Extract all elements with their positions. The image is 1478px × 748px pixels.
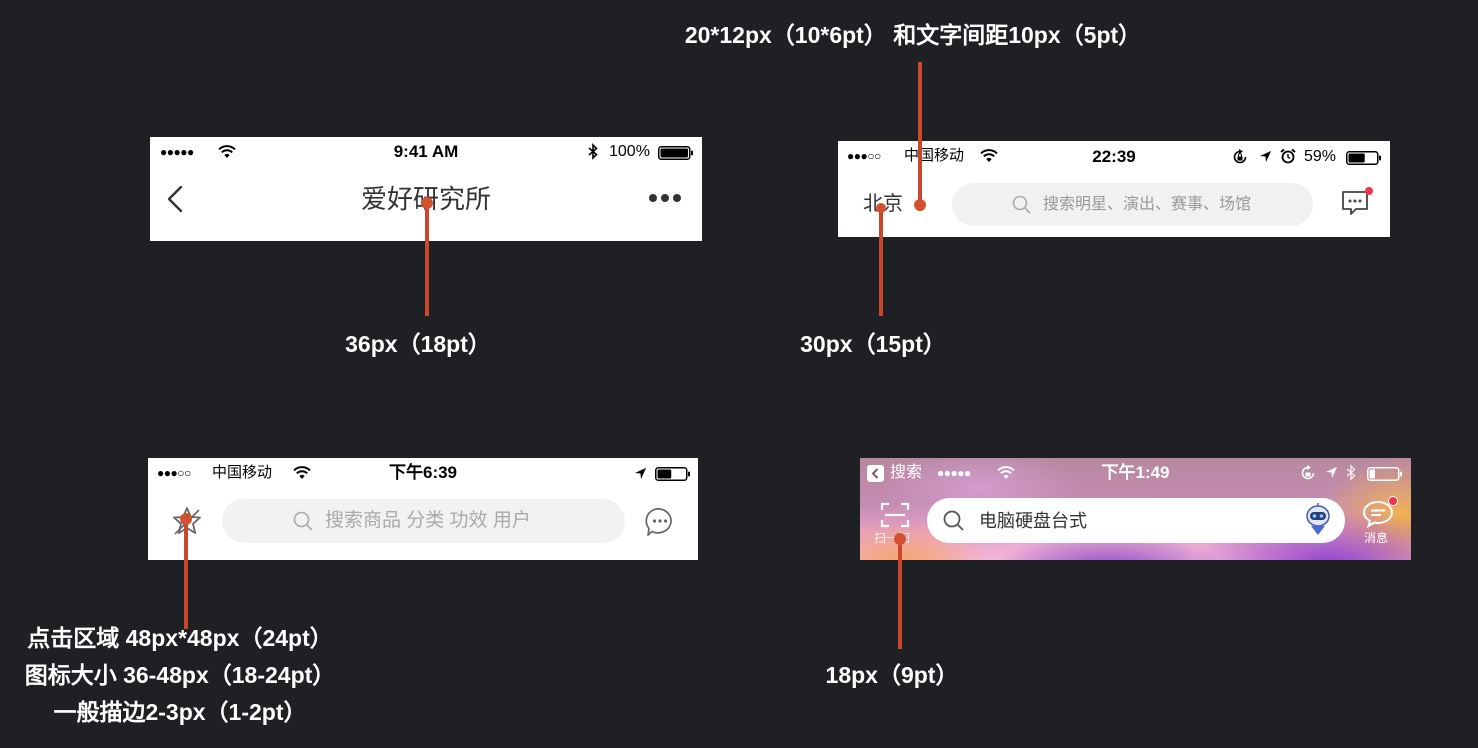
- location-icon: [1325, 466, 1338, 479]
- rotation-lock-icon: [1301, 465, 1315, 480]
- battery-icon: [655, 467, 690, 481]
- search-icon: [943, 510, 964, 531]
- annotation-line-title: [425, 203, 429, 316]
- search-bar[interactable]: 搜索商品 分类 功效 用户: [222, 499, 625, 543]
- location-icon: [1259, 150, 1272, 163]
- annotation-dot: [421, 197, 433, 209]
- navbar-example-3: ●●●○○ 中国移动 下午6:39 搜索商品 分类 功效 用户: [148, 458, 698, 560]
- battery-icon: [658, 146, 693, 160]
- battery-percent: 100%: [609, 143, 650, 160]
- annotation-line-city: [879, 207, 883, 316]
- annotation-label-scan-label-size: 18px（9pt）: [825, 662, 959, 688]
- bluetooth-icon: [1346, 464, 1356, 481]
- annotation-label-city-size: 30px（15pt）: [800, 331, 946, 357]
- search-icon: [1012, 195, 1031, 214]
- annotation-dot: [180, 513, 192, 525]
- annotation-line-icon: [184, 519, 188, 629]
- unread-dot: [1388, 496, 1398, 506]
- search-placeholder: 搜索商品 分类 功效 用户: [325, 510, 531, 531]
- annotation-line-arrow: [918, 62, 922, 205]
- search-icon: [293, 511, 313, 531]
- annotation-dot: [876, 203, 886, 213]
- search-bar[interactable]: 电脑硬盘台式: [927, 498, 1345, 543]
- navbar-example-4: 搜索 ●●●●● 下午1:49 扫一扫 电脑硬盘台式 消息: [860, 458, 1411, 560]
- rotation-lock-icon: [1233, 149, 1247, 164]
- unread-dot: [1365, 187, 1373, 195]
- annotation-label-arrow-size: 20*12px（10*6pt） 和文字间距10px（5pt）: [684, 22, 1142, 48]
- more-icon[interactable]: [648, 193, 682, 203]
- annotation-label-title-size: 36px（18pt）: [345, 331, 491, 357]
- annotation-dot: [914, 199, 926, 211]
- battery-icon: [1367, 467, 1402, 481]
- annotation-label-icon-size: 图标大小 36-48px（18-24pt）: [24, 662, 336, 688]
- annotation-label-stroke: 一般描边2-3px（1-2pt）: [53, 699, 307, 725]
- robot-icon[interactable]: [1301, 502, 1335, 538]
- search-placeholder: 搜索明星、演出、赛事、场馆: [1043, 196, 1252, 213]
- battery-icon: [1346, 151, 1381, 165]
- bluetooth-icon: [588, 143, 598, 160]
- status-time: 下午6:39: [388, 463, 458, 482]
- scan-icon[interactable]: [880, 502, 910, 528]
- annotation-line-scan-label: [898, 539, 902, 649]
- search-input-value: 电脑硬盘台式: [979, 511, 1087, 531]
- alarm-icon: [1280, 148, 1296, 164]
- chat-bubble-icon[interactable]: [645, 507, 675, 537]
- message-label[interactable]: 消息: [1364, 531, 1388, 545]
- battery-percent: 59%: [1304, 148, 1337, 165]
- annotation-label-tap-area: 点击区域 48px*48px（24pt）: [27, 625, 333, 651]
- search-bar[interactable]: 搜索明星、演出、赛事、场馆: [952, 183, 1313, 226]
- annotation-dot: [894, 533, 906, 545]
- location-icon: [634, 467, 647, 480]
